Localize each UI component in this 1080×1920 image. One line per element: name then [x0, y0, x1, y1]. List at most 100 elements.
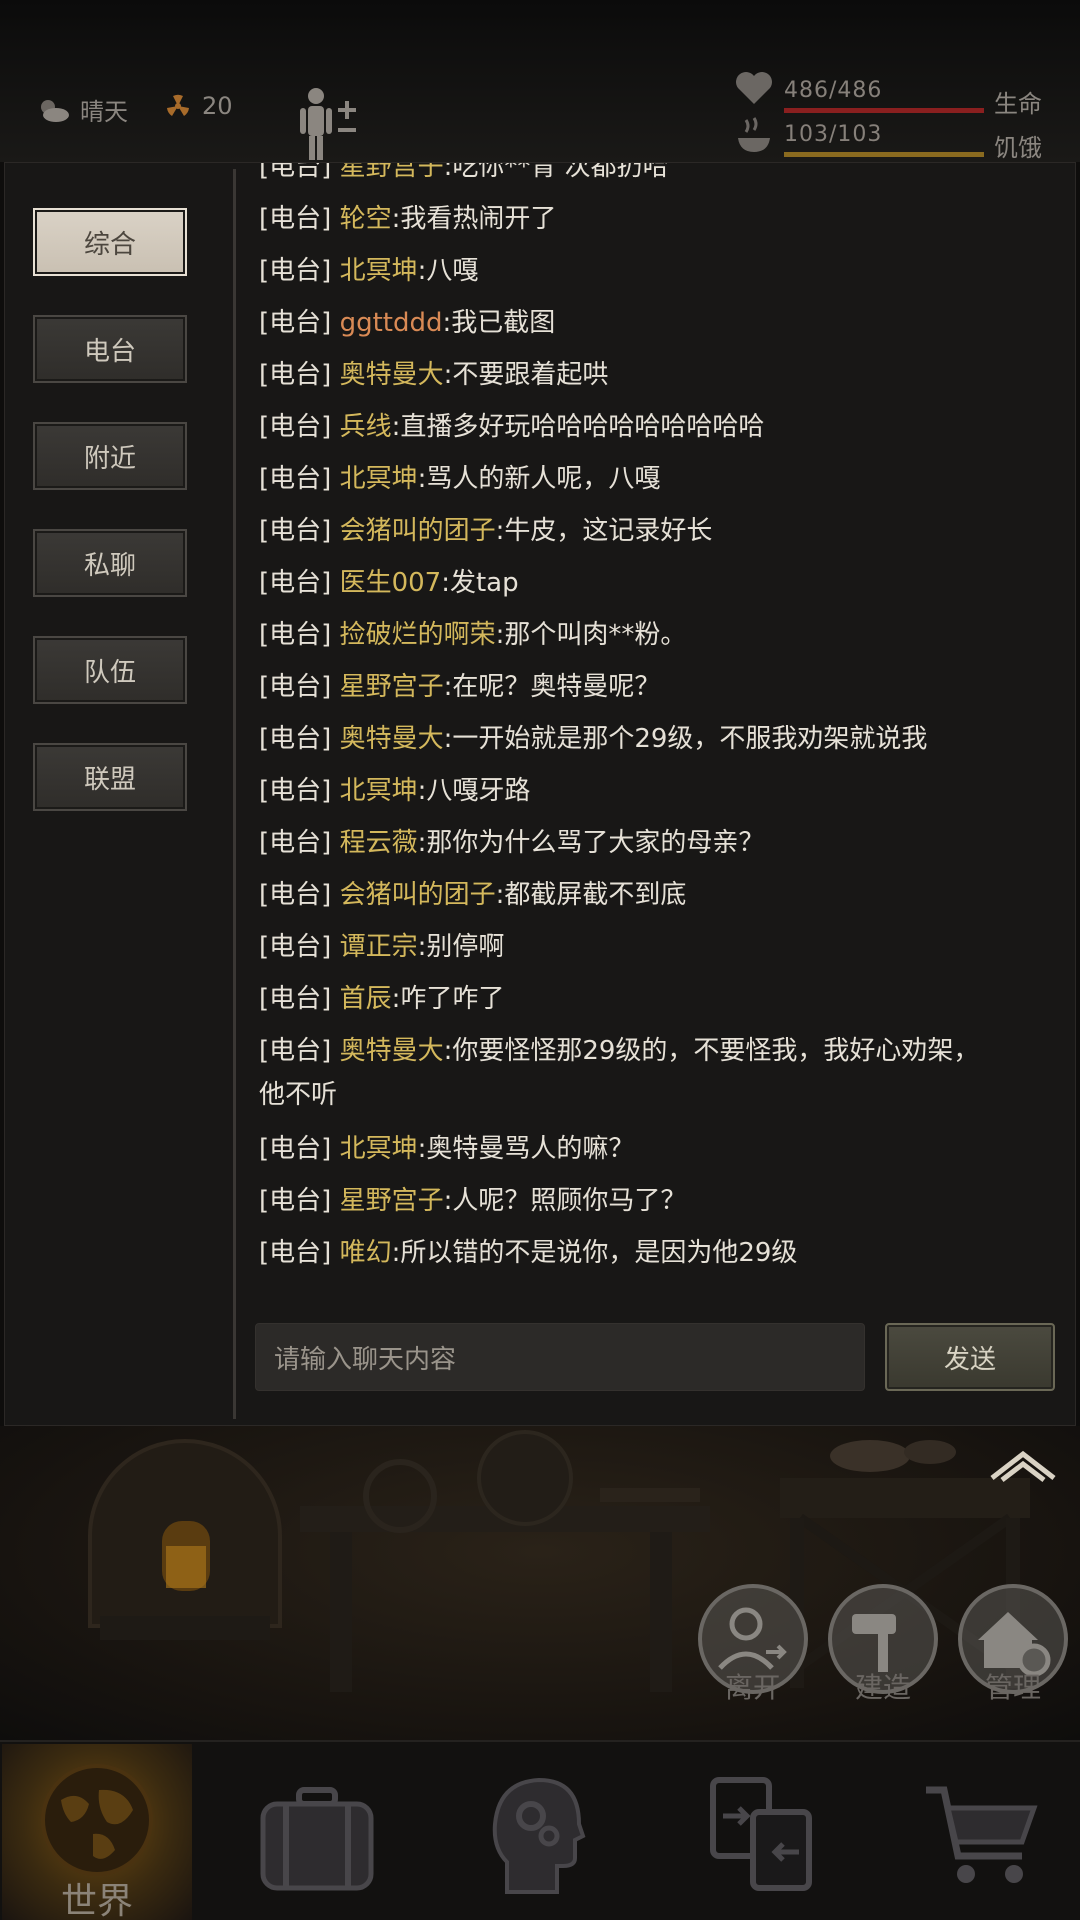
message-sender[interactable]: 北冥坤: [340, 776, 418, 806]
hunger-bowl-icon: [738, 117, 770, 152]
message-text: :人呢？照顾你马了？: [443, 1186, 687, 1216]
radiation-value: 20: [202, 92, 233, 120]
workshop-scene: 离开 建造 管理: [0, 1426, 1080, 1740]
health-fill: [784, 108, 984, 113]
status-bar: 晴天 20 486/486 生命 103/103 饥饿: [0, 0, 1080, 162]
nav-trade[interactable]: [662, 1744, 852, 1920]
message-sender[interactable]: 奥特曼大: [340, 724, 444, 754]
radiation: 20: [164, 92, 233, 120]
chat-message: [电台] 北冥坤:八嘎: [259, 249, 1059, 293]
message-channel: [电台]: [259, 1036, 332, 1066]
message-sender[interactable]: 北冥坤: [340, 464, 418, 494]
tab-alliance[interactable]: 联盟: [33, 743, 187, 811]
hunger-label: 饥饿: [994, 134, 1042, 162]
message-text: :所以错的不是说你，是因为他29级: [391, 1238, 798, 1268]
status-row-cut: [40, 146, 340, 162]
chat-message: [电台] 奥特曼大:一开始就是那个29级，不服我劝架就说我: [259, 717, 1059, 761]
chat-divider: [233, 169, 236, 1419]
message-sender[interactable]: 轮空: [340, 204, 392, 234]
message-text: :在呢？奥特曼呢？: [443, 672, 661, 702]
message-channel: [电台]: [259, 932, 332, 962]
tab-general[interactable]: 综合: [33, 208, 187, 276]
message-sender[interactable]: 奥特曼大: [340, 1036, 444, 1066]
message-text: :那你为什么骂了大家的母亲？: [417, 828, 765, 858]
message-list[interactable]: [电台] 星野宫子:吃你**青 次都扔哈 [电台] 轮空:我看热闹开了 [电台] 北…: [259, 163, 1059, 1293]
message-text: :一开始就是那个29级，不服我劝架就说我: [443, 724, 928, 754]
send-button[interactable]: 发送: [885, 1323, 1055, 1391]
message-channel: [电台]: [259, 256, 332, 286]
collapse-up-icon[interactable]: [988, 1448, 1058, 1482]
message-channel: [电台]: [259, 1134, 332, 1164]
message-sender[interactable]: 星野宫子: [340, 672, 444, 702]
nav-world[interactable]: 世界: [2, 1744, 192, 1920]
message-sender[interactable]: 捡破烂的啊荣: [340, 620, 496, 650]
heart-icon: [736, 72, 772, 104]
tab-private[interactable]: 私聊: [33, 529, 187, 597]
chat-message: 他不听: [259, 1073, 1059, 1117]
trade-icon: [710, 1777, 812, 1891]
message-sender[interactable]: 会猪叫的团子: [340, 880, 496, 910]
message-channel: [电台]: [259, 308, 332, 338]
message-channel: [电台]: [259, 828, 332, 858]
chat-message: [电台] 医生007:发tap: [259, 561, 1059, 605]
message-sender[interactable]: 首辰: [340, 984, 392, 1014]
tab-nearby[interactable]: 附近: [33, 422, 187, 490]
message-sender[interactable]: 程云薇: [340, 828, 418, 858]
message-text: :你要怪怪那29级的，不要怪我，我好心劝架，: [443, 1036, 980, 1066]
tab-radio[interactable]: 电台: [33, 315, 187, 383]
cloud-sun-icon: [41, 99, 69, 122]
chat-message: [电台] 星野宫子:吃你**青 次都扔哈: [259, 163, 1059, 189]
message-sender[interactable]: 会猪叫的团子: [340, 516, 496, 546]
message-sender[interactable]: 奥特曼大: [340, 360, 444, 390]
chat-message: [电台] 北冥坤:八嘎牙路: [259, 769, 1059, 813]
message-channel: [电台]: [259, 360, 332, 390]
nav-skills[interactable]: [442, 1744, 632, 1920]
message-text: :吃你**青 次都扔哈: [443, 163, 669, 182]
chat-message: [电台] 星野宫子:在呢？奥特曼呢？: [259, 665, 1059, 709]
build-label: 建造: [854, 1671, 911, 1704]
chat-message: [电台] ggttddd:我已截图: [259, 301, 1059, 345]
chat-message: [电台] 兵线:直播多好玩哈哈哈哈哈哈哈哈哈: [259, 405, 1059, 449]
leave-label: 离开: [724, 1671, 781, 1704]
chat-input[interactable]: 请输入聊天内容: [255, 1323, 865, 1391]
chat-message: [电台] 奥特曼大:不要跟着起哄: [259, 353, 1059, 397]
message-text: :那个叫肉**粉。: [495, 620, 687, 650]
message-text: :不要跟着起哄: [443, 360, 609, 390]
manage-label: 管理: [984, 1671, 1041, 1704]
chat-message: [电台] 唯幻:所以错的不是说你，是因为他29级: [259, 1231, 1059, 1275]
message-sender[interactable]: ggttddd: [340, 308, 443, 338]
message-text: :我看热闹开了: [391, 204, 557, 234]
message-text: :发tap: [441, 568, 519, 598]
nav-world-label: 世界: [60, 1881, 133, 1920]
message-channel: [电台]: [259, 776, 332, 806]
weather: 晴天: [36, 92, 128, 127]
message-channel: [电台]: [259, 568, 332, 598]
message-sender[interactable]: 北冥坤: [340, 1134, 418, 1164]
message-text: :都截屏截不到底: [495, 880, 687, 910]
chat-message: [电台] 首辰:咋了咋了: [259, 977, 1059, 1021]
hunger-bar: 103/103: [784, 122, 984, 157]
nav-inventory[interactable]: [222, 1744, 412, 1920]
message-channel: [电台]: [259, 1186, 332, 1216]
weather-text: 晴天: [80, 98, 128, 126]
message-sender[interactable]: 星野宫子: [340, 163, 444, 182]
message-channel: [电台]: [259, 204, 332, 234]
message-sender[interactable]: 医生007: [340, 568, 442, 598]
message-sender[interactable]: 谭正宗: [340, 932, 418, 962]
message-sender[interactable]: 北冥坤: [340, 256, 418, 286]
bottom-nav: 世界: [0, 1740, 1080, 1920]
message-sender[interactable]: 星野宫子: [340, 1186, 444, 1216]
chat-message: [电台] 北冥坤:奥特曼骂人的嘛？: [259, 1127, 1059, 1171]
chat-message: [电台] 北冥坤:骂人的新人呢，八嘎: [259, 457, 1059, 501]
chat-message: [电台] 捡破烂的啊荣:那个叫肉**粉。: [259, 613, 1059, 657]
message-text: 他不听: [259, 1080, 338, 1110]
message-sender[interactable]: 唯幻: [340, 1238, 392, 1268]
message-channel: [电台]: [259, 620, 332, 650]
tab-team[interactable]: 队伍: [33, 636, 187, 704]
message-sender[interactable]: 兵线: [340, 412, 392, 442]
message-channel: [电台]: [259, 1238, 332, 1268]
chat-message: [电台] 谭正宗:别停啊: [259, 925, 1059, 969]
hunger-text: 103/103: [784, 122, 883, 147]
nav-shop[interactable]: [882, 1744, 1072, 1920]
message-text: :别停啊: [417, 932, 505, 962]
